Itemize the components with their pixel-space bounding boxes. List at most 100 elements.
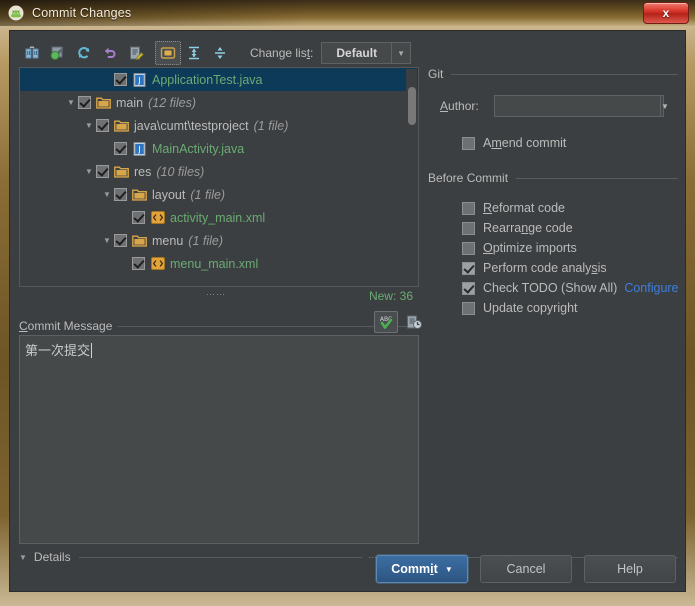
git-group-rule	[451, 73, 678, 75]
tree-spacer: •	[118, 211, 132, 225]
rearrange-code-checkbox-row[interactable]: Rearrange code	[462, 218, 678, 238]
chevron-down-icon[interactable]: ▼	[82, 119, 96, 133]
tree-row-checkbox[interactable]	[132, 211, 145, 224]
commit-message-input[interactable]: 第一次提交	[19, 335, 419, 544]
commit-message-text: 第一次提交	[25, 343, 91, 358]
change-list-value: Default	[322, 43, 393, 63]
dialog-client-area: Change list: Default ▼ • J ApplicationTest…	[9, 30, 686, 592]
tree-row-checkbox[interactable]	[78, 96, 91, 109]
commit-message-toolbar: ABC	[374, 311, 426, 333]
change-list-control: Change list: Default ▼	[250, 39, 412, 67]
tree-row-checkbox[interactable]	[114, 234, 127, 247]
optimize-imports-checkbox[interactable]	[462, 241, 475, 255]
configure-link[interactable]: Configure	[624, 281, 678, 295]
author-input[interactable]	[495, 96, 660, 116]
help-button[interactable]: Help	[584, 555, 676, 583]
window-title: Commit Changes	[32, 6, 132, 20]
perform-code-analysis-checkbox-row[interactable]: Perform code analysis	[462, 258, 678, 278]
amend-commit-label: Amend commit	[483, 136, 567, 150]
tree-splitter-handle[interactable]: ⋯⋯	[206, 289, 226, 300]
tree-row-file-count: (10 files)	[156, 164, 205, 179]
refresh-icon[interactable]	[71, 41, 97, 65]
tree-row-file-count: (1 file)	[253, 118, 289, 133]
tree-row[interactable]: • menu_main.xml	[20, 252, 418, 275]
commit-button-label: Commit	[391, 562, 438, 576]
before-commit-group-title: Before Commit	[428, 171, 509, 185]
tree-row-label: main	[116, 95, 144, 110]
edit-source-icon[interactable]	[123, 41, 149, 65]
author-combobox[interactable]: ▼	[494, 95, 669, 117]
tree-row[interactable]: • J MainActivity.java	[20, 137, 418, 160]
message-history-icon[interactable]	[402, 311, 426, 333]
commit-button[interactable]: Commit ▼	[376, 555, 468, 583]
tree-row[interactable]: ▼ menu (1 file)	[20, 229, 418, 252]
revert-icon[interactable]	[45, 41, 71, 65]
reformat-code-checkbox-row[interactable]: Reformat code	[462, 198, 678, 218]
tree-row[interactable]: ▼ layout (1 file)	[20, 183, 418, 206]
tree-row-label: java\cumt\testproject	[134, 118, 249, 133]
chevron-down-icon[interactable]: ▼	[82, 165, 96, 179]
rearrange-code-checkbox[interactable]	[462, 221, 475, 235]
tree-row-checkbox[interactable]	[96, 165, 109, 178]
expand-all-icon[interactable]	[181, 41, 207, 65]
tree-row[interactable]: ▼ main (12 files)	[20, 91, 418, 114]
author-row: Author: ▼	[440, 95, 678, 117]
folder-icon	[114, 165, 129, 179]
tree-scrollbar-thumb[interactable]	[408, 87, 416, 125]
perform-code-analysis-checkbox[interactable]	[462, 261, 475, 275]
chevron-down-icon[interactable]: ▼	[660, 96, 669, 116]
tree-row-checkbox[interactable]	[114, 142, 127, 155]
rollback-icon[interactable]	[97, 41, 123, 65]
group-by-directory-icon[interactable]	[155, 41, 181, 65]
dialog-window: Commit Changes x Change list: Default ▼ …	[0, 0, 695, 606]
change-list-dropdown[interactable]: Default ▼	[321, 42, 412, 64]
close-button[interactable]: x	[643, 2, 689, 24]
tree-row[interactable]: • J ApplicationTest.java	[20, 68, 418, 91]
amend-commit-checkbox[interactable]	[462, 136, 475, 150]
abc-spellcheck-icon[interactable]: ABC	[374, 311, 398, 333]
before-commit-group-header: Before Commit	[428, 171, 678, 185]
update-copyright-checkbox-row[interactable]: Update copyright	[462, 298, 678, 318]
rearrange-code-label: Rearrange code	[483, 221, 573, 235]
tree-scrollbar[interactable]	[406, 69, 417, 286]
check-todo-checkbox-row[interactable]: Check TODO (Show All) Configure	[462, 278, 679, 298]
changed-files-tree[interactable]: • J ApplicationTest.java ▼ main (12 files) ▼ ja…	[19, 67, 419, 287]
amend-commit-checkbox-row[interactable]: Amend commit	[462, 133, 566, 153]
tree-row[interactable]: ▼ res (10 files)	[20, 160, 418, 183]
check-todo-checkbox[interactable]	[462, 281, 475, 295]
chevron-down-icon[interactable]: ▼	[64, 96, 78, 110]
tree-row-label: menu_main.xml	[170, 256, 259, 271]
xml-file-icon	[150, 211, 165, 225]
tree-row-file-count: (1 file)	[188, 233, 224, 248]
java-file-icon: J	[132, 141, 147, 156]
right-options-panel: Git Author: ▼ Amend commit Before Commit…	[428, 67, 679, 357]
svg-text:J: J	[137, 144, 140, 153]
details-rule-left	[78, 556, 363, 558]
chevron-down-icon: ▼	[397, 48, 406, 58]
tree-row-checkbox[interactable]	[114, 73, 127, 86]
collapse-all-icon[interactable]	[207, 41, 233, 65]
tree-row-file-count: (12 files)	[148, 95, 197, 110]
optimize-imports-label: Optimize imports	[483, 241, 577, 255]
tree-row[interactable]: ▼ java\cumt\testproject (1 file)	[20, 114, 418, 137]
tree-row-checkbox[interactable]	[132, 257, 145, 270]
text-caret	[91, 343, 93, 358]
tree-row-checkbox[interactable]	[96, 119, 109, 132]
chevron-down-icon[interactable]: ▼	[100, 234, 114, 248]
folder-icon	[132, 188, 147, 202]
android-studio-icon	[8, 5, 24, 21]
tree-row-label: menu	[152, 233, 184, 248]
check-todo-label: Check TODO (Show All)	[483, 281, 618, 295]
chevron-down-icon[interactable]: ▼	[100, 188, 114, 202]
optimize-imports-checkbox-row[interactable]: Optimize imports	[462, 238, 678, 258]
cancel-button[interactable]: Cancel	[480, 555, 572, 583]
update-copyright-checkbox[interactable]	[462, 301, 475, 315]
tree-row[interactable]: • activity_main.xml	[20, 206, 418, 229]
reformat-code-checkbox[interactable]	[462, 201, 475, 215]
tree-row-checkbox[interactable]	[114, 188, 127, 201]
tree-spacer: •	[118, 257, 132, 271]
reformat-code-label: Reformat code	[483, 201, 565, 215]
show-diff-icon[interactable]	[19, 41, 45, 65]
tree-row-label: MainActivity.java	[152, 141, 245, 156]
commit-message-rule	[118, 325, 415, 327]
